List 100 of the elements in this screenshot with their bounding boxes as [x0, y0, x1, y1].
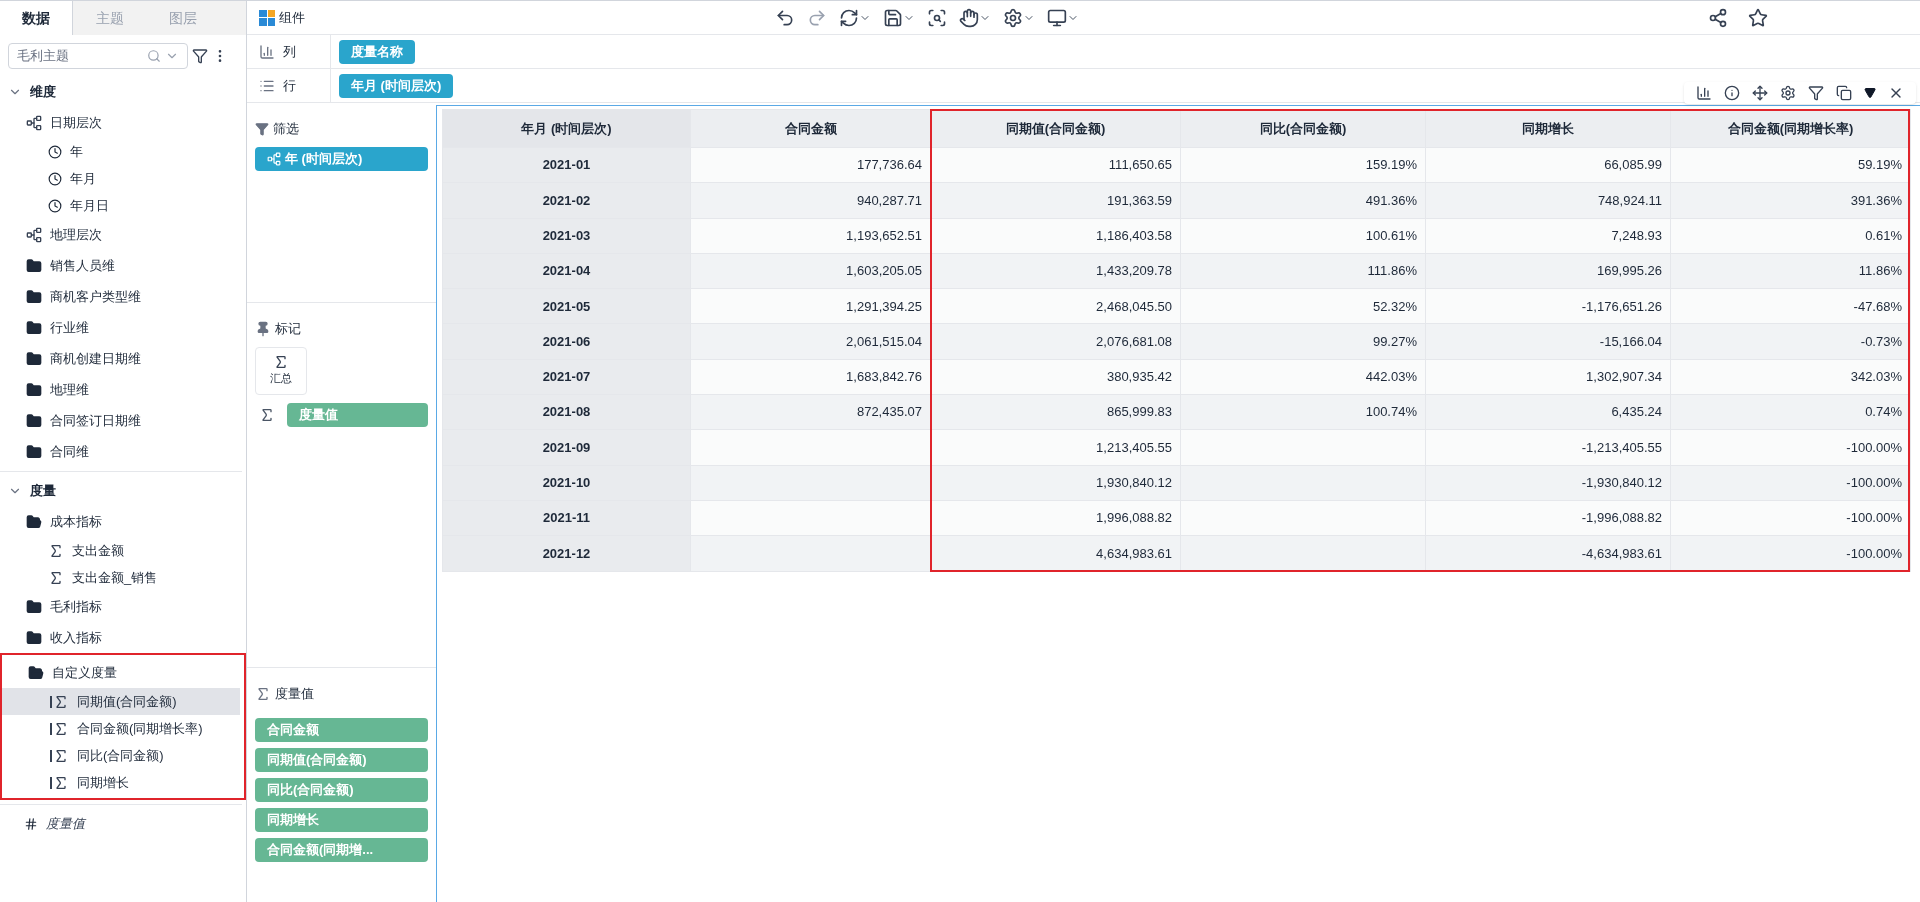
table-cell: -1,996,088.82	[1425, 500, 1671, 536]
table-cell: 0.74%	[1670, 394, 1911, 430]
table-cell: 111,650.65	[930, 147, 1181, 183]
sigma-icon	[273, 354, 289, 371]
info-icon[interactable]	[1724, 85, 1740, 101]
table-cell: 59.19%	[1670, 147, 1911, 183]
column-header[interactable]: 年月 (时间层次)	[442, 109, 691, 148]
tree-section-label[interactable]: 度量	[30, 481, 56, 501]
settings-icon[interactable]	[1780, 85, 1796, 101]
chart-icon[interactable]	[1696, 85, 1712, 101]
tree-item[interactable]: 合同维	[50, 441, 89, 462]
folder-icon	[26, 412, 42, 429]
row-header: 2021-07	[442, 359, 691, 395]
time-icon	[48, 171, 62, 186]
shelf-label: 列	[283, 42, 296, 61]
tree-item[interactable]: 年月日	[70, 195, 109, 216]
row-header: 2021-06	[442, 324, 691, 360]
tree-item[interactable]: 成本指标	[50, 511, 102, 532]
table-cell: 1,433,209.78	[930, 253, 1181, 289]
folder-icon	[26, 513, 42, 530]
tree-item[interactable]: 毛利指标	[50, 596, 102, 617]
table-cell: 1,213,405.55	[930, 429, 1181, 466]
table-cell: 66,085.99	[1425, 147, 1671, 183]
tree-item[interactable]: 收入指标	[50, 627, 102, 648]
tree-item[interactable]: 行业维	[50, 317, 89, 338]
tree-item[interactable]: 度量值	[46, 814, 85, 834]
share-icon[interactable]	[1708, 7, 1728, 28]
filter-icon	[255, 121, 269, 136]
column-header[interactable]: 同期增长	[1425, 109, 1671, 148]
tree-item[interactable]: 商机客户类型维	[50, 286, 141, 307]
sigma-icon	[259, 406, 275, 423]
time-icon	[48, 144, 62, 159]
tree-section-label[interactable]: 维度	[30, 82, 56, 102]
tree-item[interactable]: 支出金额	[72, 540, 124, 561]
filter-icon[interactable]	[192, 48, 208, 64]
tree-item[interactable]: 合同金额(同期增长率)	[2, 715, 240, 742]
table-cell: 11.86%	[1670, 253, 1911, 289]
column-header[interactable]: 同期值(合同金额)	[930, 109, 1181, 148]
settings-icon[interactable]	[1003, 7, 1023, 28]
column-header[interactable]: 合同金额(同期增长率)	[1670, 109, 1911, 148]
tree-item[interactable]: 合同签订日期维	[50, 410, 141, 431]
tree-item[interactable]: 日期层次	[50, 112, 102, 133]
row-header: 2021-05	[442, 288, 691, 324]
column-header[interactable]: 同比(合同金额)	[1180, 109, 1426, 148]
table-cell: -100.00%	[1670, 465, 1911, 501]
tree-item[interactable]: 支出金额_销售	[72, 567, 158, 588]
mark-type-button[interactable]: 汇总	[255, 346, 307, 395]
component-title: 组件	[279, 8, 305, 27]
hand-icon[interactable]	[959, 7, 979, 28]
tree-item[interactable]: 销售人员维	[50, 255, 115, 276]
table-cell: 100.61%	[1180, 218, 1426, 254]
table-cell: -15,166.04	[1425, 324, 1671, 360]
undo-icon[interactable]	[775, 7, 795, 28]
table-cell: -0.73%	[1670, 324, 1911, 360]
tree-item[interactable]: 年	[70, 141, 83, 162]
copy-icon[interactable]	[1836, 85, 1852, 101]
table-cell: 2,468,045.50	[930, 288, 1181, 324]
folder-icon	[26, 381, 42, 398]
star-icon[interactable]	[1748, 7, 1768, 28]
row-header: 2021-03	[442, 218, 691, 254]
row-header: 2021-12	[442, 535, 691, 572]
tree-item[interactable]: 自定义度量	[52, 662, 117, 683]
table-cell: 6,435.24	[1425, 394, 1671, 430]
table-cell: 865,999.83	[930, 394, 1181, 430]
shelf-label: 行	[283, 76, 296, 95]
table-cell: 1,302,907.34	[1425, 359, 1671, 395]
refresh-icon[interactable]	[839, 7, 859, 28]
tree-item[interactable]: 地理层次	[50, 224, 102, 245]
tree-item[interactable]: 商机创建日期维	[50, 348, 141, 369]
filter-icon[interactable]	[1808, 85, 1824, 101]
tree-item[interactable]: 同期值(合同金额)	[2, 688, 240, 715]
row-header: 2021-09	[442, 429, 691, 466]
preview-icon[interactable]	[927, 7, 947, 28]
save-icon[interactable]	[883, 7, 903, 28]
tree-item[interactable]: 同比(合同金额)	[2, 742, 240, 769]
sigma-icon	[48, 569, 64, 586]
table-cell: 2,076,681.08	[930, 324, 1181, 360]
table-cell: 191,363.59	[930, 182, 1181, 219]
columns-icon	[259, 43, 275, 60]
monitor-icon[interactable]	[1047, 7, 1067, 28]
hierarchy-icon	[26, 114, 42, 131]
table-cell: 99.27%	[1180, 324, 1426, 360]
tree-item[interactable]: 同期增长	[2, 769, 240, 796]
row-header: 2021-08	[442, 394, 691, 430]
table-cell: -1,930,840.12	[1425, 465, 1671, 501]
tree-item[interactable]: 地理维	[50, 379, 89, 400]
table-cell: 491.36%	[1180, 182, 1426, 219]
sigma-icon	[53, 774, 69, 791]
tree-item[interactable]: 年月	[70, 168, 96, 189]
row-header: 2021-10	[442, 465, 691, 501]
panel-title: 度量值	[275, 685, 314, 703]
caret-icon[interactable]	[1864, 87, 1876, 99]
table-cell: 169,995.26	[1425, 253, 1671, 289]
table-cell: -100.00%	[1670, 500, 1911, 536]
row-header: 2021-04	[442, 253, 691, 289]
column-header[interactable]: 合同金额	[690, 109, 931, 148]
tab[interactable]: 数据	[0, 1, 73, 35]
redo-icon[interactable]	[807, 7, 827, 28]
panel-title: 标记	[275, 320, 301, 338]
move-icon[interactable]	[1752, 85, 1768, 101]
